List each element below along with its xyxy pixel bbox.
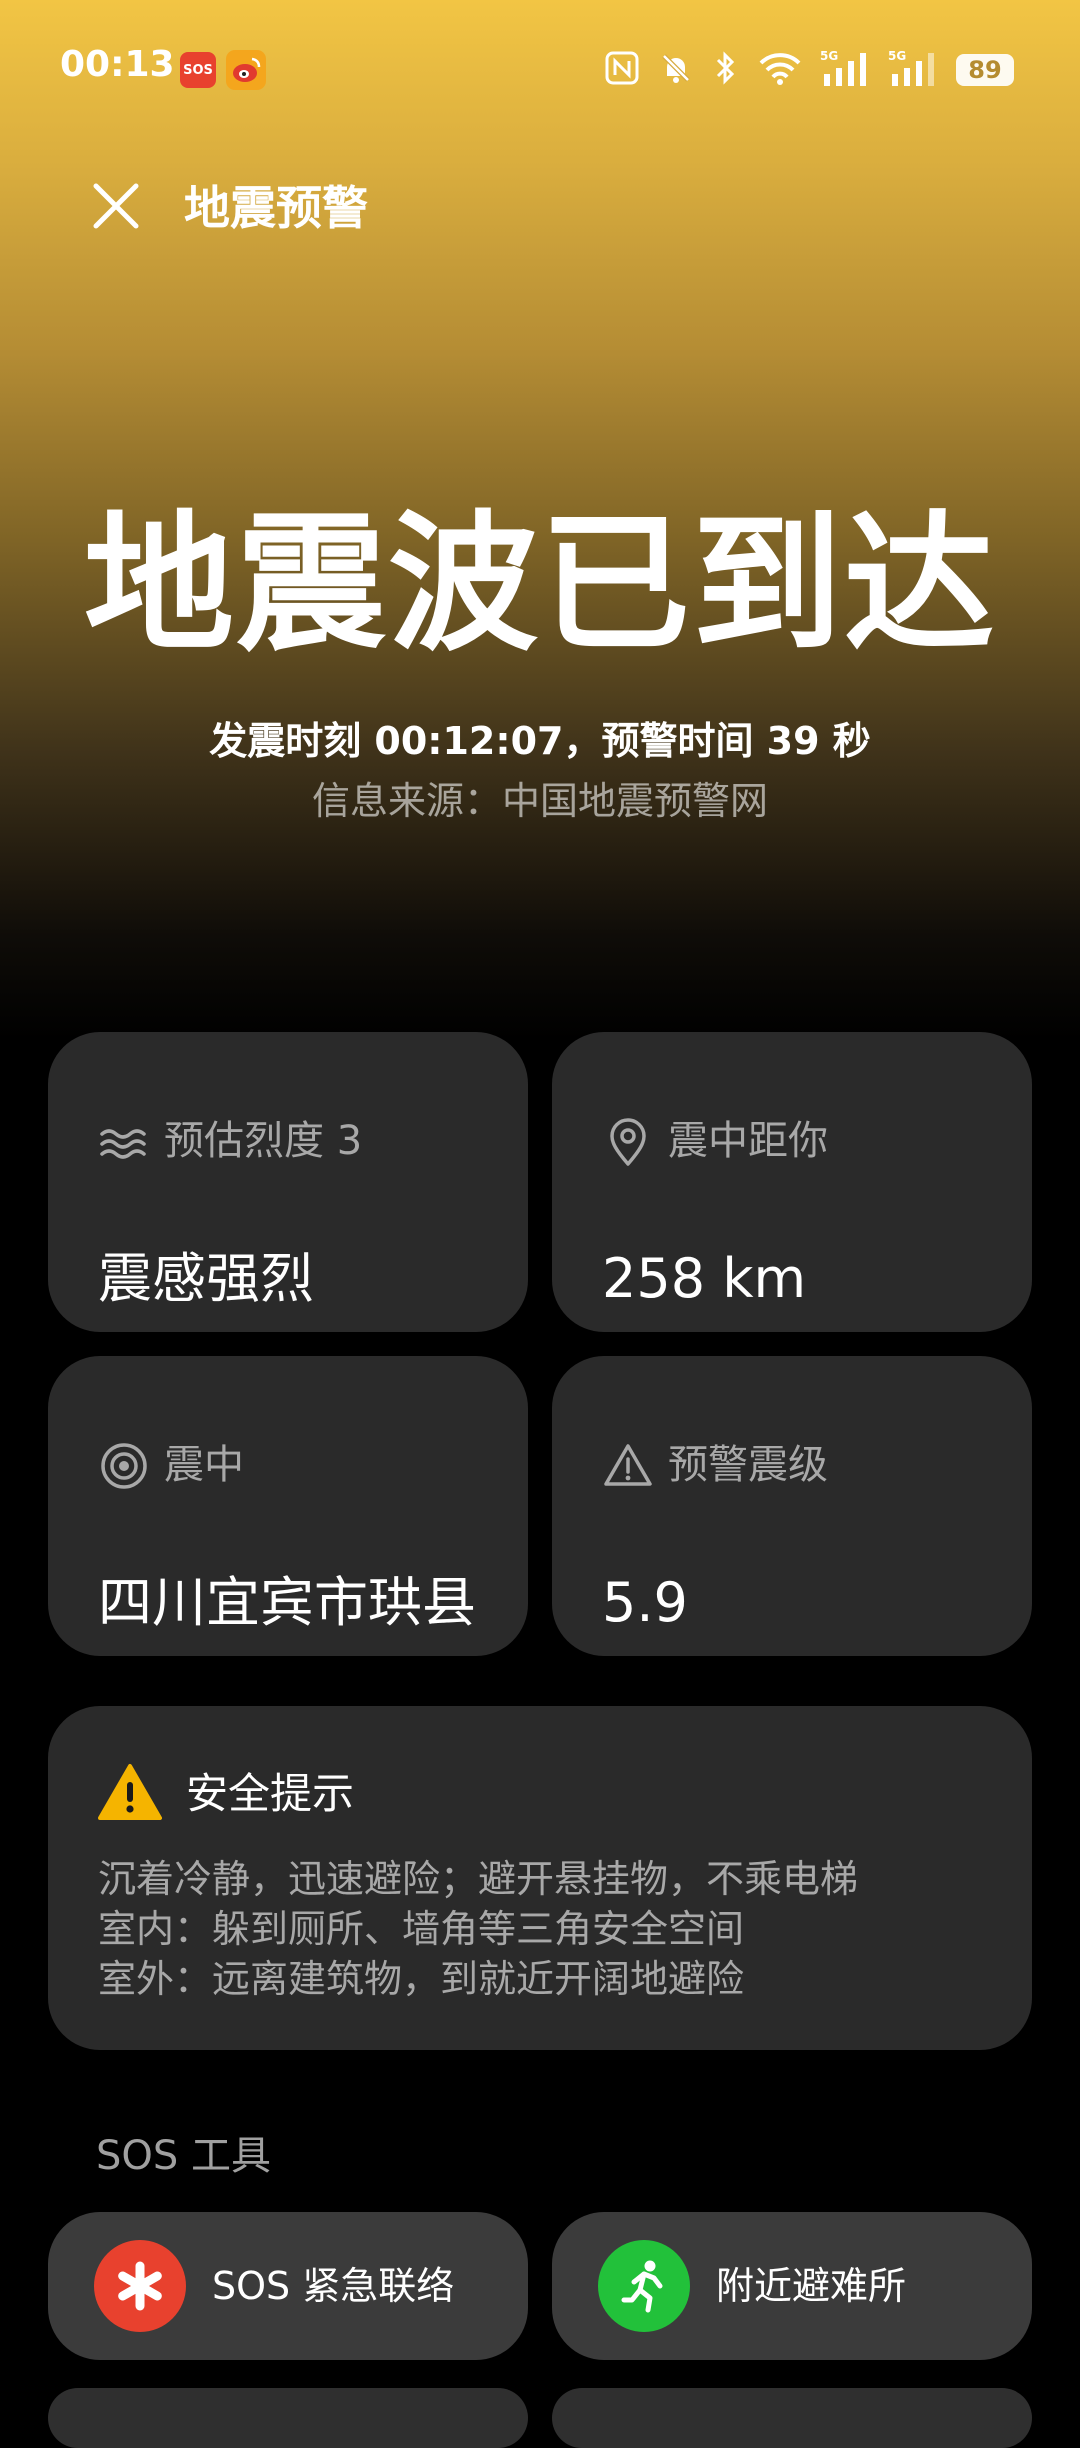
safety-title: 安全提示: [186, 1769, 355, 1818]
intensity-card: 预估烈度 3 震感强烈: [48, 1032, 528, 1332]
intensity-value: 震感强烈: [98, 1247, 314, 1310]
magnitude-value: 5.9: [602, 1571, 688, 1634]
svg-text:5G: 5G: [888, 49, 906, 63]
wifi-icon: [758, 50, 802, 90]
bell-muted-icon: [658, 50, 694, 90]
close-icon: [93, 183, 139, 229]
earthquake-headline: 地震波已到达: [83, 498, 996, 672]
nearby-shelter-button[interactable]: 附近避难所: [552, 2212, 1032, 2360]
location-pin-icon: [610, 1118, 646, 1166]
epicenter-card: 震中 四川宜宾市珙县: [48, 1356, 528, 1656]
status-bar: 00:13 SOS 5G 5G 89: [0, 0, 1080, 140]
intensity-label: 预估烈度 3: [164, 1118, 363, 1164]
magnitude-card: 预警震级 5.9: [552, 1356, 1032, 1656]
status-icons: 5G 5G 89: [604, 48, 1014, 92]
nearby-shelter-label: 附近避难所: [716, 2264, 907, 2308]
tool-button-partial[interactable]: [48, 2388, 528, 2448]
weibo-app-icon: [226, 50, 266, 90]
nfc-icon: [604, 50, 640, 90]
bluetooth-icon: [712, 50, 740, 90]
warning-filled-icon: [98, 1764, 162, 1820]
sos-tools-title: SOS 工具: [96, 2133, 271, 2179]
page-title: 地震预警: [184, 181, 368, 235]
signal-5g-icon: 5G: [888, 48, 938, 92]
distance-value: 258 km: [602, 1247, 807, 1310]
sos-app-icon: SOS: [180, 52, 216, 88]
wave-icon: [100, 1129, 146, 1159]
signal-5g-icon: 5G: [820, 48, 870, 92]
epicenter-label: 震中: [164, 1442, 244, 1488]
emergency-contact-label: SOS 紧急联络: [212, 2264, 455, 2308]
quake-time-detail: 发震时刻 00:12:07，预警时间 39 秒: [209, 719, 871, 763]
asterisk-icon: [94, 2240, 186, 2332]
svg-text:5G: 5G: [820, 49, 838, 63]
warning-icon: [604, 1444, 652, 1486]
safety-tip-outdoor: 室外：远离建筑物，到就近开阔地避险: [98, 1957, 745, 2001]
sos-emergency-contact-button[interactable]: SOS 紧急联络: [48, 2212, 528, 2360]
distance-label: 震中距你: [668, 1118, 828, 1164]
distance-card: 震中距你 258 km: [552, 1032, 1032, 1332]
close-button[interactable]: [88, 178, 144, 234]
epicenter-value: 四川宜宾市珙县: [98, 1571, 476, 1634]
safety-tip-indoor: 室内：躲到厕所、墙角等三角安全空间: [98, 1907, 745, 1951]
magnitude-label: 预警震级: [668, 1442, 828, 1488]
target-icon: [101, 1443, 147, 1489]
safety-tips-card: 安全提示 沉着冷静，迅速避险；避开悬挂物，不乘电梯 室内：躲到厕所、墙角等三角安…: [48, 1706, 1032, 2050]
running-person-icon: [598, 2240, 690, 2332]
tool-button-partial[interactable]: [552, 2388, 1032, 2448]
info-source: 信息来源：中国地震预警网: [311, 779, 768, 823]
battery-indicator: 89: [956, 54, 1014, 86]
safety-tip-general: 沉着冷静，迅速避险；避开悬挂物，不乘电梯: [98, 1857, 859, 1901]
status-time: 00:13: [60, 44, 175, 85]
